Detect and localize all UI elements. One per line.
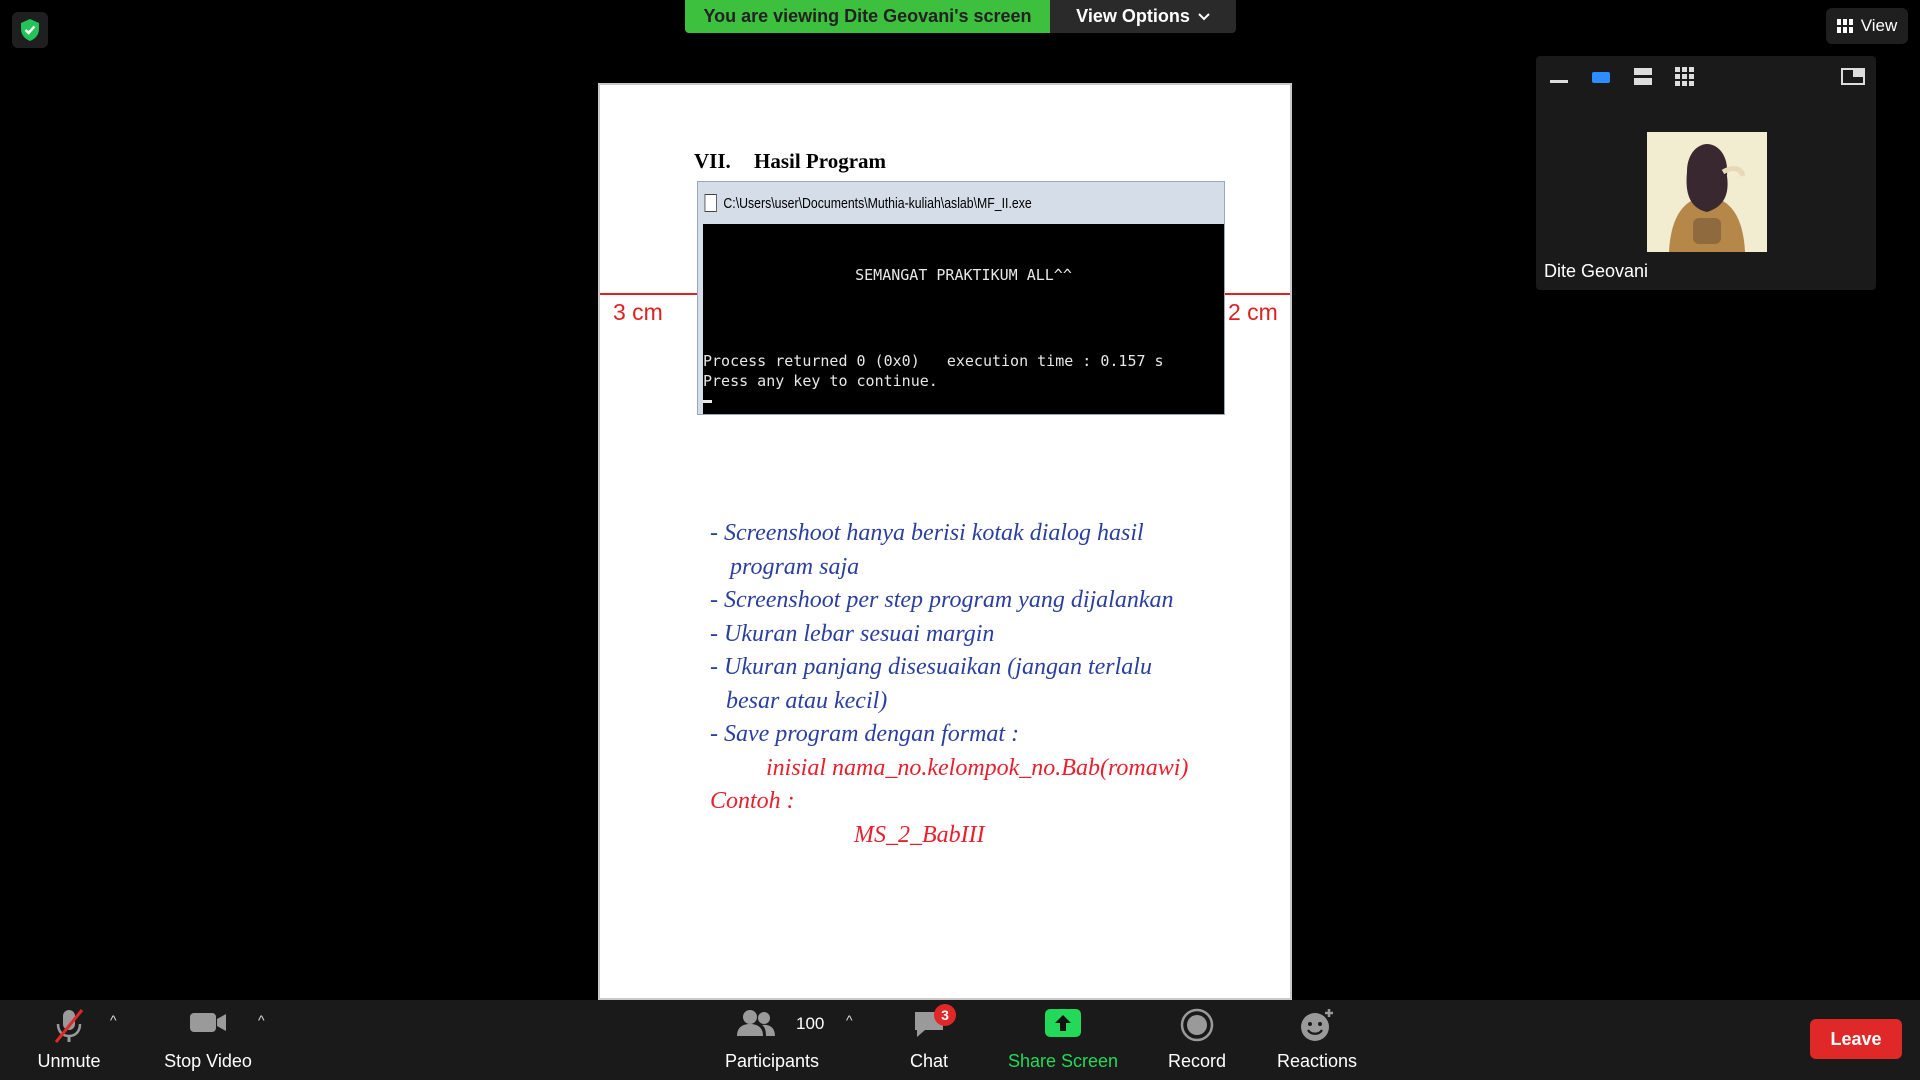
section-heading: VII. Hasil Program <box>694 149 886 174</box>
chat-button[interactable]: 3 Chat <box>904 1000 956 1080</box>
note-line: besar atau kecil) <box>726 687 888 714</box>
meeting-toolbar: Unmute ^ Stop Video ^ 100 Participants ^… <box>0 1000 1920 1080</box>
console-app-icon <box>704 194 717 212</box>
minimize-icon[interactable] <box>1546 66 1572 88</box>
instruction-notes: - Screenshoot hanya berisi kotak dialog … <box>710 517 1280 852</box>
console-window-screenshot: C:\Users\user\Documents\Muthia-kuliah\as… <box>697 181 1225 415</box>
console-title: C:\Users\user\Documents\Muthia-kuliah\as… <box>723 194 1032 212</box>
reactions-icon <box>1301 1009 1333 1041</box>
record-label: Record <box>1167 1051 1227 1071</box>
note-line: inisial nama_no.kelompok_no.Bab(romawi) <box>766 754 1189 781</box>
shared-document: VII. Hasil Program C:\Users\user\Document… <box>598 83 1292 1000</box>
chat-badge: 3 <box>934 1004 956 1026</box>
grid-view-icon <box>1836 19 1853 33</box>
note-line: - Ukuran panjang disesuaikan (jangan ter… <box>710 654 1152 680</box>
note-line: program saja <box>730 553 860 580</box>
pop-out-icon[interactable] <box>1840 66 1866 88</box>
avatar <box>1647 132 1767 252</box>
note-line: MS_2_BabIII <box>854 821 985 848</box>
participants-label: Participants <box>724 1051 820 1071</box>
view-options-label: View Options <box>1076 6 1190 26</box>
view-label: View <box>1860 16 1898 35</box>
note-line: - Save program dengan format : <box>710 721 1020 747</box>
console-output: SEMANGAT PRAKTIKUM ALL^^ Process returne… <box>703 224 1224 414</box>
right-margin-label: 2 cm <box>1228 299 1278 325</box>
participant-name: Dite Geovani <box>1536 256 1657 286</box>
share-screen-label: Share Screen <box>1007 1051 1119 1071</box>
share-screen-icon <box>1045 1009 1081 1037</box>
share-screen-button[interactable]: Share Screen <box>1006 1000 1120 1080</box>
view-options-button[interactable]: View Options <box>1050 0 1236 33</box>
speaker-view-icon[interactable] <box>1588 66 1614 88</box>
right-margin-line <box>1225 293 1290 295</box>
note-line: Contoh : <box>710 788 795 814</box>
video-camera-icon <box>190 1013 226 1032</box>
note-line: - Ukuran lebar sesuai margin <box>710 620 995 647</box>
participants-options-caret[interactable]: ^ <box>846 1012 853 1028</box>
left-margin-label: 3 cm <box>613 299 663 325</box>
chat-label: Chat <box>909 1051 949 1071</box>
strip-view-icon[interactable] <box>1630 66 1656 88</box>
reactions-label: Reactions <box>1276 1051 1358 1071</box>
heading-number: VII. <box>694 149 731 173</box>
console-cursor <box>703 400 712 403</box>
chevron-down-icon <box>1198 12 1210 20</box>
participants-button[interactable]: 100 Participants <box>716 1000 828 1080</box>
gallery-view-icon[interactable] <box>1672 66 1698 88</box>
participant-video-panel: Dite Geovani <box>1536 56 1876 290</box>
stop-video-label: Stop Video <box>164 1051 252 1071</box>
heading-text: Hasil Program <box>754 149 887 173</box>
video-options-caret[interactable]: ^ <box>258 1012 265 1028</box>
viewing-screen-banner: You are viewing Dite Geovani's screen <box>685 0 1050 33</box>
record-button[interactable]: Record <box>1160 1000 1234 1080</box>
stop-video-button[interactable]: Stop Video <box>150 1000 266 1080</box>
leave-button[interactable]: Leave <box>1810 1019 1902 1059</box>
reactions-button[interactable]: Reactions <box>1272 1000 1362 1080</box>
console-line-3: Press any key to continue. <box>703 372 938 390</box>
unmute-button[interactable]: Unmute <box>22 1000 116 1080</box>
note-line: - Screenshoot per step program yang dija… <box>710 587 1174 613</box>
unmute-label: Unmute <box>37 1051 101 1071</box>
muted-microphone-icon <box>54 1009 84 1043</box>
security-shield-icon[interactable] <box>12 12 48 48</box>
note-line: - Screenshoot hanya berisi kotak dialog … <box>710 520 1144 546</box>
view-layout-button[interactable]: View <box>1826 8 1908 44</box>
record-icon <box>1180 1008 1214 1042</box>
left-margin-line <box>600 293 697 295</box>
participants-count: 100 <box>796 1014 825 1033</box>
console-title-bar: C:\Users\user\Documents\Muthia-kuliah\as… <box>698 182 1129 224</box>
participants-icon <box>737 1010 776 1036</box>
console-line-1: SEMANGAT PRAKTIKUM ALL^^ <box>855 266 1072 284</box>
audio-options-caret[interactable]: ^ <box>110 1012 117 1028</box>
console-line-2: Process returned 0 (0x0) execution time … <box>703 352 1164 370</box>
